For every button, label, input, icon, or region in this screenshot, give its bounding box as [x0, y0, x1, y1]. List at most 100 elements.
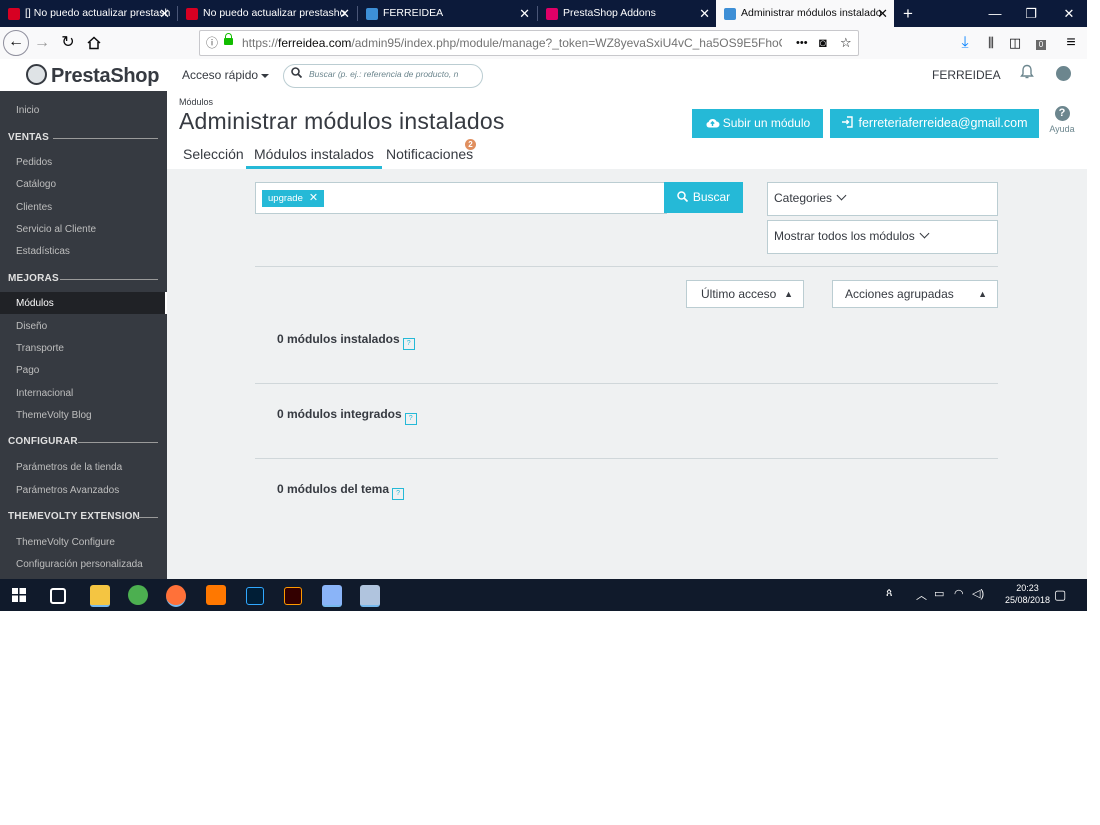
sort-select[interactable]: Último acceso ▲ — [686, 280, 804, 308]
library-icon[interactable]: ⫼ — [982, 31, 1000, 55]
forward-button[interactable]: → — [32, 31, 52, 55]
close-tab-icon[interactable]: ✕ — [159, 0, 170, 27]
remove-tag-icon[interactable]: ✕ — [309, 192, 318, 204]
close-window-button[interactable]: ✕ — [1051, 0, 1087, 27]
sidebar-item-pago[interactable]: Pago — [16, 365, 39, 376]
new-tab-button[interactable]: + — [890, 0, 926, 27]
browser-tab[interactable]: FERREIDEA ✕ — [358, 0, 536, 27]
photoshop-icon[interactable] — [246, 587, 264, 605]
notes-icon[interactable] — [322, 585, 342, 607]
bulk-actions-select[interactable]: Acciones agrupadas ▲ — [832, 280, 998, 308]
sidebar-item-diseno[interactable]: Diseño — [16, 321, 47, 332]
upload-module-button[interactable]: Subir un módulo — [692, 109, 823, 138]
header-search-input[interactable]: Buscar (p. ej.: referencia de producto, … — [283, 64, 483, 88]
close-tab-icon[interactable]: ✕ — [339, 0, 350, 27]
browser-tab[interactable]: [] No puedo actualizar prestash ✕ — [0, 0, 176, 27]
avast-icon[interactable] — [206, 585, 226, 605]
clock-date: 25/08/2018 — [1005, 595, 1051, 605]
sidebar-item-parametros-avanzados[interactable]: Parámetros Avanzados — [16, 485, 119, 496]
module-search-input[interactable]: upgrade ✕ — [255, 182, 667, 214]
notifications-bell-icon[interactable] — [1020, 64, 1034, 84]
quick-access-dropdown[interactable]: Acceso rápido — [182, 68, 270, 82]
firefox-icon[interactable] — [166, 585, 186, 607]
system-clock[interactable]: 20:23 25/08/2018 — [1005, 582, 1050, 606]
site-favicon-icon — [366, 7, 378, 20]
help-tooltip-icon[interactable]: ? — [402, 338, 415, 350]
close-tab-icon[interactable]: ✕ — [877, 0, 888, 27]
show-modules-dropdown[interactable]: Mostrar todos los módulos — [767, 220, 998, 254]
tab-title: Administrar módulos instalado — [741, 7, 882, 19]
reload-icon: ↻ — [61, 34, 75, 51]
tab-seleccion[interactable]: Selección — [183, 146, 244, 162]
volume-icon[interactable]: ◁) — [972, 587, 984, 600]
sidebar-item-inicio[interactable]: Inicio — [16, 105, 39, 116]
breadcrumb[interactable]: Módulos — [179, 97, 213, 107]
illustrator-icon[interactable] — [284, 587, 302, 605]
search-button[interactable]: Buscar — [664, 182, 743, 213]
pocket-icon[interactable]: ◙ — [819, 31, 827, 55]
close-tab-icon[interactable]: ✕ — [699, 0, 710, 27]
account-connect-button[interactable]: ferreteriaferreidea@gmail.com — [830, 109, 1039, 138]
browser-tab-active[interactable]: Administrar módulos instalado ✕ — [716, 0, 894, 27]
menu-icon[interactable]: ≡ — [1062, 31, 1080, 55]
close-tab-icon[interactable]: ✕ — [519, 0, 530, 27]
home-button[interactable] — [84, 31, 104, 55]
file-explorer-icon[interactable] — [90, 585, 110, 607]
tab-notificaciones[interactable]: Notificaciones — [386, 146, 473, 162]
sidebar-item-clientes[interactable]: Clientes — [16, 202, 52, 213]
sign-in-icon — [842, 116, 854, 128]
sidebar-item-transporte[interactable]: Transporte — [16, 343, 64, 354]
categories-dropdown[interactable]: Categories — [767, 182, 998, 216]
sidebar-section-rule — [78, 442, 158, 443]
sidebar-item-estadisticas[interactable]: Estadísticas — [16, 246, 70, 257]
wifi-icon[interactable]: ◠ — [954, 587, 964, 600]
extension-button[interactable]: 0 — [1032, 31, 1050, 55]
shop-name-link[interactable]: FERREIDEA — [932, 68, 1001, 82]
upload-module-label: Subir un módulo — [722, 116, 811, 130]
caret-down-icon — [261, 73, 270, 78]
sidebar-item-configuracion-personalizada[interactable]: Configuración personalizada — [16, 559, 143, 570]
bookmark-star-icon[interactable]: ☆ — [840, 31, 852, 55]
battery-icon[interactable]: ▭ — [934, 587, 944, 600]
minimize-button[interactable]: — — [977, 0, 1013, 27]
sidebar-item-pedidos[interactable]: Pedidos — [16, 157, 52, 168]
tab-modulos-instalados[interactable]: Módulos instalados — [246, 146, 382, 169]
help-button[interactable]: ? Ayuda — [1047, 106, 1077, 134]
info-icon[interactable]: ⓘ — [206, 31, 218, 55]
user-account-icon[interactable] — [1056, 66, 1071, 81]
help-label: Ayuda — [1049, 124, 1075, 134]
sidebar-item-modulos[interactable]: Módulos — [16, 298, 54, 309]
show-hidden-icons-icon[interactable]: ︿ — [916, 587, 927, 603]
tab-title: FERREIDEA — [383, 7, 444, 19]
sidebar-icon[interactable]: ◫ — [1006, 31, 1024, 55]
sidebar-item-parametros-tienda[interactable]: Parámetros de la tienda — [16, 462, 122, 473]
browser-tab[interactable]: PrestaShop Addons ✕ — [538, 0, 716, 27]
sidebar-item-internacional[interactable]: Internacional — [16, 388, 73, 399]
restore-button[interactable]: ❐ — [1013, 0, 1049, 27]
windows-start-icon[interactable] — [12, 588, 26, 602]
action-center-icon[interactable]: ▢ — [1054, 587, 1066, 603]
prestashop-logo[interactable]: PrestaShop — [26, 64, 159, 88]
download-icon[interactable]: ⤓ — [956, 31, 974, 55]
page-actions-icon[interactable]: ••• — [796, 31, 808, 55]
chrome-icon[interactable] — [128, 585, 148, 605]
help-tooltip-icon[interactable]: ? — [404, 413, 417, 425]
logo-text: PrestaShop — [51, 65, 160, 87]
sidebar-item-servicio-cliente[interactable]: Servicio al Cliente — [16, 224, 96, 235]
sidebar-item-themevolty-configure[interactable]: ThemeVolty Configure — [16, 537, 115, 548]
reload-button[interactable]: ↻ — [58, 31, 78, 55]
search-tag: upgrade ✕ — [262, 190, 325, 207]
people-icon[interactable]: ጰ — [886, 587, 893, 600]
section-installed-modules: 0 módulos instalados? — [277, 332, 415, 350]
task-view-icon[interactable] — [50, 588, 66, 604]
back-button[interactable]: ← — [3, 30, 29, 56]
url-bar[interactable]: ⓘ https://ferreidea.com/admin95/index.ph… — [199, 30, 859, 56]
sidebar-item-catalogo[interactable]: Catálogo — [16, 179, 56, 190]
page-title: Administrar módulos instalados — [179, 108, 505, 134]
browser-tab[interactable]: No puedo actualizar prestasho ✕ — [178, 0, 356, 27]
sidebar-section-ventas: VENTAS — [8, 132, 50, 143]
sidebar-item-themevolty-blog[interactable]: ThemeVolty Blog — [16, 410, 92, 421]
paint-icon[interactable] — [360, 585, 380, 607]
admin-header: PrestaShop Acceso rápido Buscar (p. ej.:… — [0, 59, 1087, 92]
help-tooltip-icon[interactable]: ? — [392, 488, 405, 500]
